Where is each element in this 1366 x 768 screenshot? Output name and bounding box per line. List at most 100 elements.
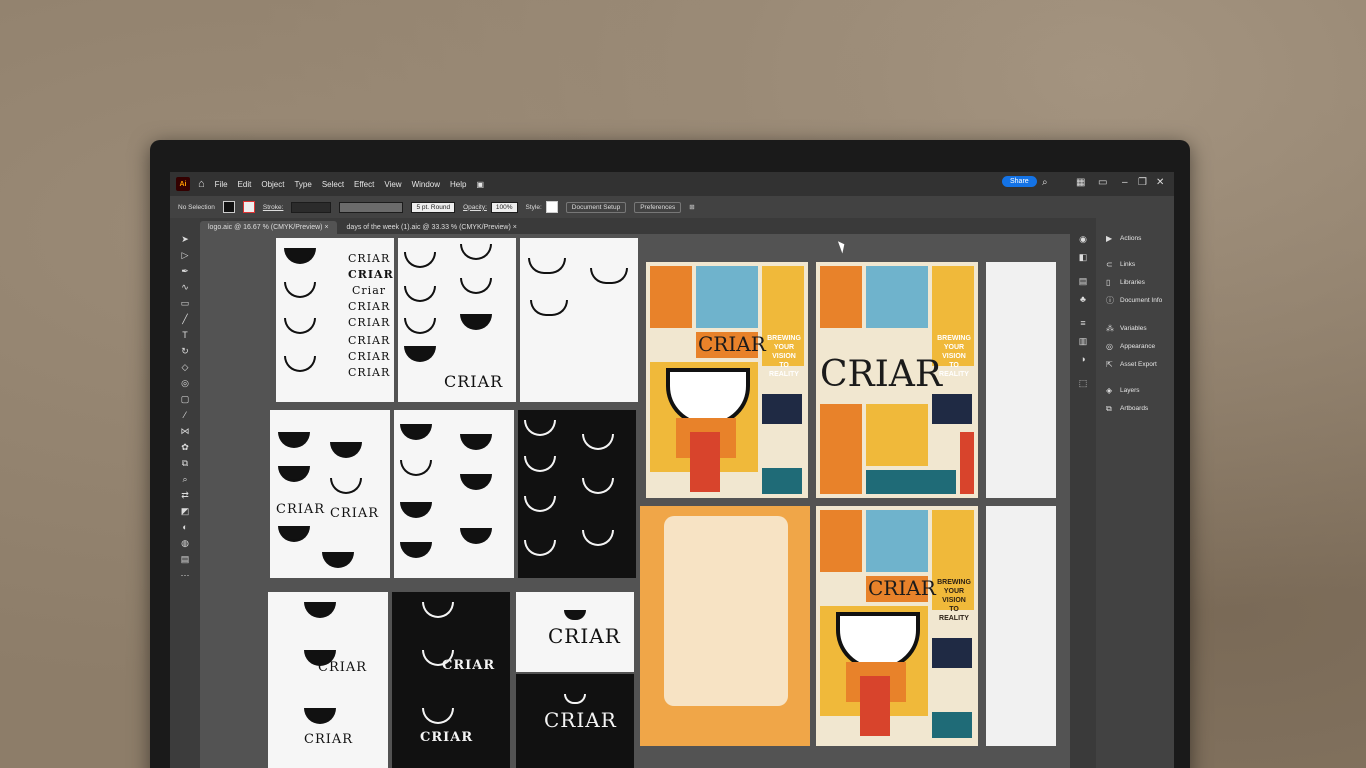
menu-type[interactable]: Type xyxy=(294,180,311,189)
menu-view[interactable]: View xyxy=(384,180,401,189)
artboard-tool-icon[interactable]: ▢ xyxy=(178,392,192,406)
panel-document-info[interactable]: ⓘ Document Info xyxy=(1106,296,1162,305)
artboard-blank-2[interactable] xyxy=(986,506,1056,746)
gradient-panel-icon[interactable]: ▥ xyxy=(1076,334,1090,348)
poster-2[interactable]: CRIAR BREWING YOUR VISION TO REALITY xyxy=(816,262,978,498)
close-tab-icon[interactable]: × xyxy=(513,224,517,231)
cup-mark xyxy=(278,432,310,448)
type-tool-icon[interactable]: T xyxy=(178,328,192,342)
artboard-logo-2[interactable]: CRIAR xyxy=(398,238,516,402)
cup-mark xyxy=(460,314,492,330)
pen-tool-icon[interactable]: ✒ xyxy=(178,264,192,278)
opacity-field[interactable]: 100% xyxy=(490,201,518,213)
symbols-panel-icon[interactable]: ♣ xyxy=(1076,292,1090,306)
artboard-logo-3[interactable] xyxy=(520,238,638,402)
menu-file[interactable]: File xyxy=(215,180,228,189)
document-setup-button[interactable]: Document Setup xyxy=(565,201,627,213)
workspace-icon[interactable]: ▦ xyxy=(1076,177,1085,188)
panel-libraries[interactable]: ▯ Libraries xyxy=(1106,278,1145,287)
opacity-label[interactable]: Opacity: xyxy=(463,204,487,211)
library-icon: ▯ xyxy=(1106,278,1111,287)
search-icon[interactable]: ⌕ xyxy=(1042,177,1048,188)
variable-width-field[interactable] xyxy=(339,201,404,213)
color-panel-icon[interactable]: ◉ xyxy=(1076,232,1090,246)
artboard-logo-8[interactable]: CRIAR CRIAR xyxy=(392,592,510,768)
close-icon[interactable]: ✕ xyxy=(1156,177,1164,188)
menu-object[interactable]: Object xyxy=(261,180,284,189)
control-bar: No Selection Stroke: 5 pt. Round Opacity… xyxy=(170,196,1174,218)
tab-logo[interactable]: logo.aic @ 16.67 % (CMYK/Preview) × xyxy=(200,221,337,234)
panel-appearance[interactable]: ◎ Appearance xyxy=(1106,342,1155,351)
align-icon[interactable]: ⊞ xyxy=(689,203,694,211)
artboard-logo-6[interactable] xyxy=(518,410,636,578)
artboard-logo-10[interactable]: CRIAR xyxy=(516,674,634,768)
zoom-tool-icon[interactable]: ⌕ xyxy=(178,472,192,486)
close-tab-icon[interactable]: × xyxy=(324,224,328,231)
slice-tool-icon[interactable]: ⧉ xyxy=(178,456,192,470)
artboard-blank-1[interactable] xyxy=(986,262,1056,498)
style-swatch[interactable] xyxy=(545,201,558,213)
cup-mark xyxy=(582,478,614,494)
cup-mark xyxy=(400,542,432,558)
canvas[interactable]: CRIAR CRIAR Criar CRIAR CRIAR CRIAR CRIA… xyxy=(200,234,1070,768)
eraser-tool-icon[interactable]: ◇ xyxy=(178,360,192,374)
preferences-button[interactable]: Preferences xyxy=(634,201,682,213)
panel-links[interactable]: ⊂ Links xyxy=(1106,260,1135,269)
brushes-panel-icon[interactable]: ▤ xyxy=(1076,274,1090,288)
artboard-logo-1[interactable]: CRIAR CRIAR Criar CRIAR CRIAR CRIAR CRIA… xyxy=(276,238,394,402)
selection-tool-icon[interactable]: ➤ xyxy=(178,232,192,246)
transparency-panel-icon[interactable]: ◑ xyxy=(1076,352,1090,366)
cup-mark xyxy=(400,502,432,518)
more-tools-icon[interactable]: ⋯ xyxy=(178,568,192,582)
curvature-tool-icon[interactable]: ∿ xyxy=(178,280,192,294)
stroke-panel-icon[interactable]: ≡ xyxy=(1076,316,1090,330)
brush-definition[interactable]: 5 pt. Round xyxy=(411,201,456,213)
rotate-tool-icon[interactable]: ↻ xyxy=(178,344,192,358)
panel-asset-export[interactable]: ⇱ Asset Export xyxy=(1106,360,1157,369)
stroke-swatch[interactable] xyxy=(242,201,255,213)
stroke-label[interactable]: Stroke: xyxy=(263,204,284,211)
restore-icon[interactable]: ❐ xyxy=(1138,177,1147,188)
artboard-logo-5[interactable] xyxy=(394,410,514,578)
arrange-documents-icon[interactable]: ▣ xyxy=(476,180,484,189)
rectangle-tool-icon[interactable]: ▭ xyxy=(178,296,192,310)
share-button[interactable]: Share xyxy=(1002,176,1037,187)
eyedropper-tool-icon[interactable]: ⁄ xyxy=(178,408,192,422)
panel-variables[interactable]: ⁂ Variables xyxy=(1106,324,1147,333)
shape-builder-icon[interactable]: ◎ xyxy=(178,376,192,390)
panel-layers[interactable]: ◈ Layers xyxy=(1106,386,1140,395)
artboard-logo-9[interactable]: CRIAR xyxy=(516,592,634,672)
link-icon: ⊂ xyxy=(1106,260,1113,269)
color-mode-icon[interactable]: ◐ xyxy=(178,520,192,534)
menu-select[interactable]: Select xyxy=(322,180,344,189)
poster-grid[interactable] xyxy=(640,506,810,746)
home-icon[interactable]: ⌂ xyxy=(198,178,205,190)
tab-days-of-week[interactable]: days of the week (1).aic @ 33.33 % (CMYK… xyxy=(338,221,525,234)
artboard-logo-7[interactable]: CRIAR CRIAR xyxy=(268,592,388,768)
menu-window[interactable]: Window xyxy=(412,180,440,189)
cup-mark xyxy=(582,434,614,450)
direct-selection-tool-icon[interactable]: ▷ xyxy=(178,248,192,262)
panel-artboards[interactable]: ⧉ Artboards xyxy=(1106,404,1148,413)
fill-swatch[interactable] xyxy=(222,201,235,213)
poster-3[interactable]: CRIAR BREWING YOUR VISION TO REALITY xyxy=(816,506,978,746)
minimize-icon[interactable]: – xyxy=(1122,177,1128,188)
blend-tool-icon[interactable]: ⋈ xyxy=(178,424,192,438)
panel-actions[interactable]: ▶ Actions xyxy=(1106,234,1141,243)
menu-help[interactable]: Help xyxy=(450,180,466,189)
menu-effect[interactable]: Effect xyxy=(354,180,374,189)
artboard-logo-4[interactable]: CRIAR CRIAR xyxy=(270,410,390,578)
brush-tool-icon[interactable]: ╱ xyxy=(178,312,192,326)
poster-1[interactable]: CRIAR BREWING YOUR VISION TO REALITY xyxy=(646,262,808,498)
stroke-weight-field[interactable] xyxy=(291,201,332,213)
swap-colors-icon[interactable]: ⇄ xyxy=(178,488,192,502)
panel-toggle-icon[interactable]: ▭ xyxy=(1098,177,1107,188)
screen-mode-icon[interactable]: ▤ xyxy=(178,552,192,566)
swatches-panel-icon[interactable]: ◧ xyxy=(1076,250,1090,264)
menu-edit[interactable]: Edit xyxy=(238,180,252,189)
selection-status: No Selection xyxy=(178,203,215,211)
draw-mode-icon[interactable]: ◍ xyxy=(178,536,192,550)
fill-stroke-icon[interactable]: ◩ xyxy=(178,504,192,518)
symbol-tool-icon[interactable]: ✿ xyxy=(178,440,192,454)
export-panel-icon[interactable]: ⬚ xyxy=(1076,376,1090,390)
